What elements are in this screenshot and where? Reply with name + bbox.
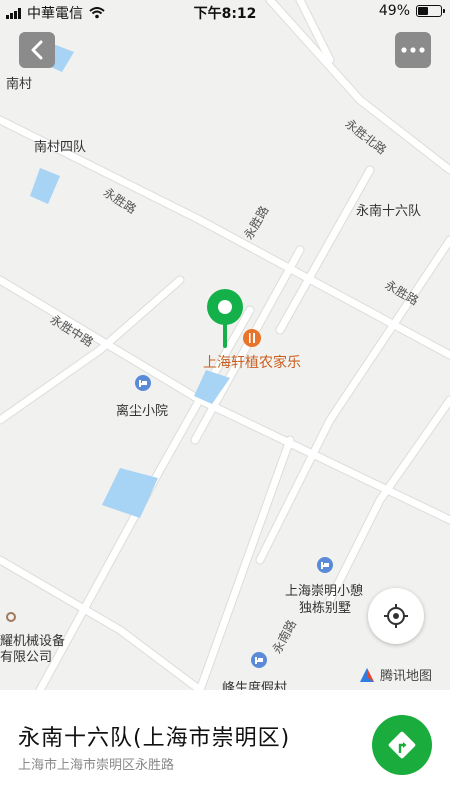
bed-icon[interactable] [250,651,268,669]
crosshair-icon [384,604,408,628]
place-info-panel[interactable]: 永南十六队(上海市崇明区) 上海市上海市崇明区永胜路 [0,690,450,800]
battery-percent: 49% [378,3,410,19]
bed-icon[interactable] [134,374,152,392]
village-label[interactable]: 永南十六队 [356,200,421,219]
place-title: 永南十六队(上海市崇明区) [18,726,291,751]
bed-icon[interactable] [316,556,334,574]
chevron-left-icon [31,40,43,60]
village-label[interactable]: 有限公司 [0,646,52,665]
watermark-label: 腾讯地图 [380,669,433,684]
locate-me-button[interactable] [368,588,424,644]
place-address: 上海市上海市崇明区永胜路 [18,758,175,773]
village-label[interactable]: 南村 [6,73,32,92]
selected-poi-label[interactable]: 上海轩植农家乐 [203,352,301,372]
village-label[interactable]: 离尘小院 [116,400,168,419]
location-pin-icon[interactable] [206,288,244,350]
village-label[interactable]: 南村四队 [34,136,86,155]
battery-icon [416,5,445,17]
more-dots-icon [401,47,425,53]
more-button[interactable] [395,32,431,68]
village-label[interactable]: 独栋别墅 [299,597,351,616]
poi-dot-icon[interactable] [4,610,18,624]
restaurant-icon[interactable] [242,328,262,348]
tencent-maps-logo-icon [360,667,374,682]
status-right: 49% [378,3,445,19]
map-view[interactable]: 南村 南村四队 永南十六队 离尘小院 上海崇明小憩 独栋别墅 峰生度假村 耀机械… [0,0,450,696]
navigate-button[interactable] [372,715,432,775]
route-icon [388,731,416,759]
map-watermark: 腾讯地图 [358,665,432,684]
back-button[interactable] [19,32,55,68]
status-bar: 中華電信 下午8:12 49% [0,0,450,24]
